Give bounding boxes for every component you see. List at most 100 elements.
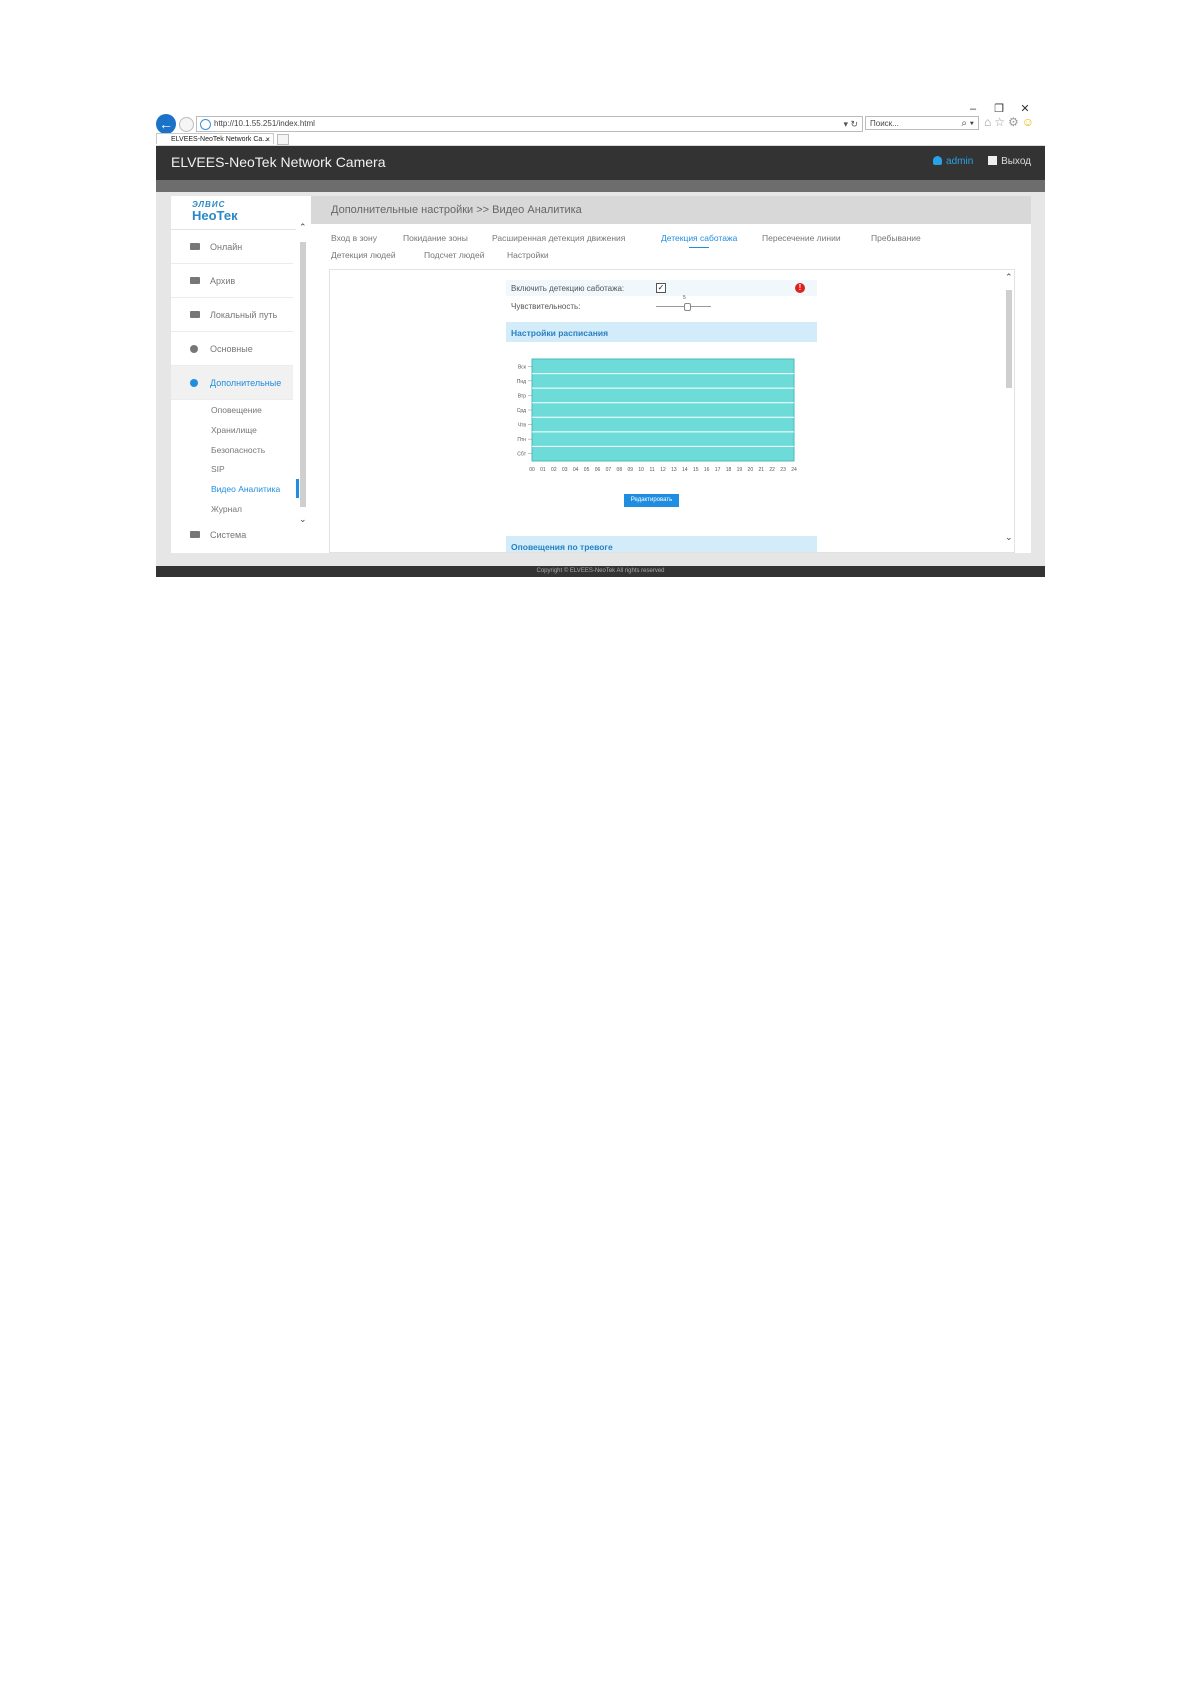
enable-checkbox[interactable]: ✓ bbox=[656, 283, 666, 293]
url-field[interactable]: http://10.1.55.251/index.html ▾ ↻ bbox=[196, 116, 863, 132]
tab-line-crossing[interactable]: Пересечение линии bbox=[762, 233, 841, 243]
schedule-day-label: Пнд bbox=[517, 379, 526, 385]
user-link[interactable]: admin bbox=[933, 156, 973, 167]
schedule-hour-label: 07 bbox=[606, 467, 612, 473]
schedule-hour-label: 06 bbox=[595, 467, 601, 473]
footer: Copyright © ELVEES-NeoTek All rights res… bbox=[156, 566, 1045, 577]
monitor-icon bbox=[190, 531, 200, 538]
logout-label: Выход bbox=[1001, 156, 1031, 167]
schedule-day-label: Сбт bbox=[517, 452, 526, 458]
subitem-video-analytics[interactable]: Видео Аналитика bbox=[211, 484, 280, 494]
schedule-day-label: Вск bbox=[518, 364, 527, 370]
sidebar-item-label: Дополнительные bbox=[210, 378, 282, 388]
back-arrow-icon: ← bbox=[159, 116, 173, 132]
settings-gear-icon[interactable]: ⚙ bbox=[1008, 115, 1022, 129]
schedule-hour-label: 10 bbox=[638, 467, 644, 473]
schedule-hour-label: 15 bbox=[693, 467, 699, 473]
schedule-hour-label: 09 bbox=[627, 467, 633, 473]
schedule-hour-label: 03 bbox=[562, 467, 568, 473]
sensitivity-value: 5 bbox=[683, 295, 686, 301]
subitem-sip[interactable]: SIP bbox=[211, 464, 225, 474]
back-button[interactable]: ← bbox=[156, 114, 176, 134]
logout-button[interactable]: Выход bbox=[988, 156, 1031, 167]
edit-schedule-button[interactable]: Редактировать bbox=[624, 494, 679, 507]
logo-line2: НеоТек bbox=[192, 208, 238, 223]
alarm-section-title: Оповещения по тревоге bbox=[511, 542, 613, 552]
sidebar: ЭЛВИС НеоТек Онлайн Архив Локальный путь… bbox=[171, 196, 311, 553]
schedule-hour-label: 17 bbox=[715, 467, 721, 473]
sidebar-item-system[interactable]: Система bbox=[171, 518, 293, 552]
tab-settings[interactable]: Настройки bbox=[507, 250, 549, 260]
schedule-hour-label: 24 bbox=[791, 467, 797, 473]
tab-loitering[interactable]: Пребывание bbox=[871, 233, 921, 243]
favorites-star-icon[interactable]: ☆ bbox=[994, 115, 1008, 129]
settings-scrollbar[interactable]: ⌃ ⌄ bbox=[1004, 270, 1014, 552]
schedule-hour-label: 18 bbox=[726, 467, 732, 473]
subitem-storage[interactable]: Хранилище bbox=[211, 425, 257, 435]
sidebar-item-local-path[interactable]: Локальный путь bbox=[171, 298, 293, 332]
tab-people-counting[interactable]: Подсчет людей bbox=[424, 250, 484, 260]
tab-title: ELVEES-NeoTek Network Ca... bbox=[171, 136, 269, 143]
schedule-hour-label: 21 bbox=[758, 467, 764, 473]
refresh-icon[interactable]: ▾ ↻ bbox=[843, 117, 858, 131]
settings-panel: Включить детекцию саботажа: ✓ ! Чувствит… bbox=[329, 269, 1015, 553]
schedule-hour-label: 22 bbox=[769, 467, 775, 473]
schedule-grid[interactable]: Вск Пнд Втр Срд Чтв Птн Сбт 00 01 02 03 04 05 06 07 08… bbox=[506, 357, 817, 482]
schedule-fill[interactable] bbox=[531, 358, 795, 462]
username: admin bbox=[946, 156, 974, 167]
scroll-down-icon[interactable]: ⌄ bbox=[1005, 532, 1013, 543]
wrench-icon bbox=[190, 379, 198, 387]
sidebar-item-advanced[interactable]: Дополнительные bbox=[171, 366, 293, 400]
sensitivity-slider-handle[interactable] bbox=[684, 303, 691, 311]
home-icon[interactable]: ⌂ bbox=[984, 115, 994, 129]
schedule-hour-label: 14 bbox=[682, 467, 688, 473]
sidebar-item-label: Онлайн bbox=[210, 242, 243, 252]
subitem-notification[interactable]: Оповещение bbox=[211, 405, 262, 415]
schedule-hour-label: 13 bbox=[671, 467, 677, 473]
sidebar-scrollbar[interactable]: ⌃ ⌄ bbox=[299, 222, 307, 525]
scrollbar-thumb[interactable] bbox=[1006, 290, 1012, 388]
schedule-hour-label: 23 bbox=[780, 467, 786, 473]
schedule-hour-label: 19 bbox=[737, 467, 743, 473]
schedule-hour-label: 16 bbox=[704, 467, 710, 473]
tab-sabotage-detection[interactable]: Детекция саботажа bbox=[661, 233, 737, 248]
scroll-down-icon[interactable]: ⌄ bbox=[299, 514, 307, 525]
enable-row: Включить детекцию саботажа: ✓ ! bbox=[506, 280, 817, 296]
sidebar-item-basic[interactable]: Основные bbox=[171, 332, 293, 366]
scroll-up-icon[interactable]: ⌃ bbox=[1005, 272, 1013, 283]
sidebar-item-archive[interactable]: Архив bbox=[171, 264, 293, 298]
schedule-day-label: Чтв bbox=[518, 423, 527, 429]
scrollbar-thumb[interactable] bbox=[300, 242, 306, 507]
new-tab-button[interactable] bbox=[277, 134, 289, 145]
browser-tab[interactable]: ELVEES-NeoTek Network Ca... × bbox=[156, 133, 274, 144]
tab-people-detection[interactable]: Детекция людей bbox=[331, 250, 396, 260]
archive-icon bbox=[190, 277, 200, 284]
subitem-security[interactable]: Безопасность bbox=[211, 445, 265, 455]
main-panel: Дополнительные настройки >> Видео Аналит… bbox=[311, 196, 1031, 553]
user-icon bbox=[933, 156, 943, 165]
tab-close-icon[interactable]: × bbox=[265, 134, 270, 145]
forward-button[interactable] bbox=[179, 117, 194, 132]
scroll-up-icon[interactable]: ⌃ bbox=[299, 222, 307, 233]
browser-tab-row: ELVEES-NeoTek Network Ca... × bbox=[156, 133, 1045, 146]
tab-advanced-motion[interactable]: Расширенная детекция движения bbox=[492, 233, 625, 243]
schedule-hour-label: 11 bbox=[649, 467, 654, 473]
sidebar-item-label: Архив bbox=[210, 276, 236, 286]
schedule-svg: Вск Пнд Втр Срд Чтв Птн Сбт 00 01 02 03 04 05 06 07 08… bbox=[517, 358, 797, 473]
tab-zone-exit[interactable]: Покидание зоны bbox=[403, 233, 468, 243]
tab-zone-entry[interactable]: Вход в зону bbox=[331, 233, 377, 243]
search-placeholder: Поиск... bbox=[870, 119, 899, 128]
subitem-log[interactable]: Журнал bbox=[211, 504, 242, 514]
search-input[interactable]: Поиск... ⌕ ▾ bbox=[865, 116, 979, 130]
gear-icon bbox=[190, 345, 198, 353]
toolbar-icons: ⌂☆⚙☺ bbox=[984, 115, 1046, 129]
schedule-section-header: Настройки расписания bbox=[506, 322, 817, 342]
search-icon[interactable]: ⌕ ▾ bbox=[961, 117, 974, 131]
feedback-smiley-icon[interactable]: ☺ bbox=[1022, 115, 1037, 129]
header-strip bbox=[156, 180, 1045, 192]
schedule-title: Настройки расписания bbox=[511, 328, 609, 338]
schedule-hour-label: 01 bbox=[540, 467, 546, 473]
schedule-hour-label: 00 bbox=[529, 467, 535, 473]
sidebar-item-online[interactable]: Онлайн bbox=[171, 230, 293, 264]
breadcrumb: Дополнительные настройки >> Видео Аналит… bbox=[331, 204, 582, 216]
